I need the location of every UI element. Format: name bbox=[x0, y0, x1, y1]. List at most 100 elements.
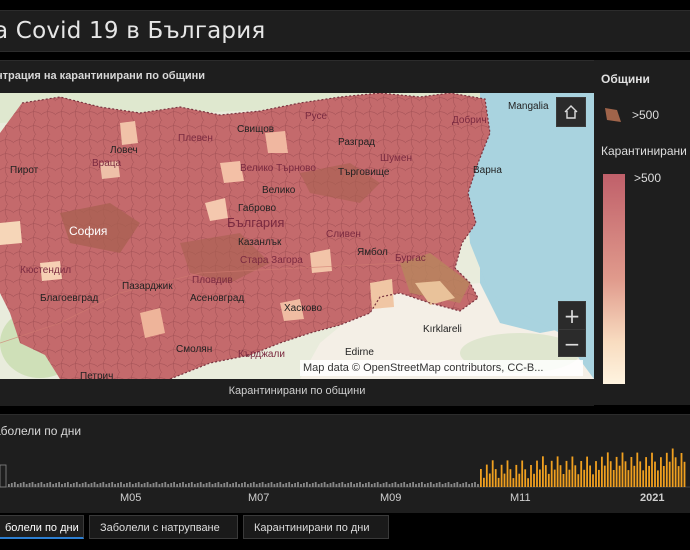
chart-bar bbox=[279, 482, 282, 487]
chart-bar bbox=[46, 483, 49, 487]
chart-bar bbox=[264, 484, 267, 487]
chart-bar bbox=[270, 482, 273, 487]
chart-bar bbox=[211, 484, 214, 487]
chart-bar bbox=[539, 469, 541, 487]
label-petrich: Петрич bbox=[80, 371, 114, 379]
chart-bar bbox=[500, 464, 503, 487]
label-pazardzhik: Пазарджик bbox=[122, 281, 173, 292]
label-svishtov: Свищов bbox=[237, 124, 275, 135]
chart-bar bbox=[462, 483, 465, 487]
chart-bar bbox=[630, 457, 633, 487]
chart-title: аболели по дни bbox=[0, 424, 82, 438]
chart-bar bbox=[397, 484, 400, 487]
chart-bar bbox=[603, 465, 606, 487]
chart-bar bbox=[583, 469, 586, 487]
chart-bar bbox=[320, 483, 323, 487]
chart-bar bbox=[10, 483, 13, 487]
label-haskovo: Хасково bbox=[284, 303, 323, 314]
chart-bar bbox=[123, 484, 125, 487]
chart-bar bbox=[642, 470, 645, 487]
dashboard-header: a Covid 19 в България bbox=[0, 10, 690, 52]
chart-bar bbox=[453, 483, 456, 487]
chart-bar bbox=[506, 460, 509, 487]
chart-bar bbox=[406, 484, 409, 487]
label-gabrovo: Габрово bbox=[238, 203, 277, 214]
chart-bar bbox=[612, 470, 615, 487]
chart-bar bbox=[317, 484, 320, 487]
chart-bar bbox=[353, 484, 355, 487]
chart-bar bbox=[182, 482, 184, 487]
label-yambol: Ямбол bbox=[357, 247, 388, 258]
chart-bar bbox=[235, 482, 237, 487]
chart-bar bbox=[680, 453, 683, 487]
chart-bar bbox=[618, 465, 621, 487]
chart-bar bbox=[362, 484, 364, 487]
chart-bar bbox=[229, 484, 232, 487]
chart-bar bbox=[214, 483, 217, 487]
chart-bar bbox=[170, 483, 173, 487]
label-vtarnovo: Велико Търново bbox=[240, 163, 316, 174]
chart-bar bbox=[323, 482, 326, 487]
chart-bar bbox=[388, 484, 391, 487]
chart-bar bbox=[503, 473, 506, 487]
legend-swatch bbox=[605, 108, 621, 122]
zoom-out-button[interactable]: − bbox=[559, 330, 585, 357]
chart-bar bbox=[202, 484, 205, 487]
chart-bar bbox=[633, 465, 636, 487]
map-attribution[interactable]: Map data © OpenStreetMap contributors, C… bbox=[300, 360, 583, 376]
chart-bar bbox=[81, 483, 84, 487]
chart-bar bbox=[70, 484, 72, 487]
label-edirne: Edirne bbox=[345, 347, 374, 358]
chart-bar bbox=[288, 482, 291, 487]
chart-bar bbox=[16, 484, 19, 487]
chart-bar bbox=[621, 452, 624, 487]
chart-bar bbox=[226, 482, 229, 487]
zoom-in-button[interactable]: + bbox=[559, 302, 585, 329]
chart-bar bbox=[547, 473, 550, 487]
chart-bar bbox=[96, 484, 99, 487]
chart-bar bbox=[282, 484, 285, 487]
chart-bar bbox=[217, 482, 220, 487]
home-button[interactable] bbox=[556, 97, 586, 127]
chart-bar bbox=[93, 482, 96, 487]
label-varna: Варна bbox=[473, 165, 502, 176]
chart-bar bbox=[571, 456, 574, 487]
chart-bar bbox=[370, 484, 373, 487]
chart-bar bbox=[55, 483, 57, 487]
chart-bar bbox=[556, 456, 559, 487]
chart-bar bbox=[179, 483, 181, 487]
chart-bar bbox=[261, 482, 264, 487]
chart-bar bbox=[155, 482, 158, 487]
chart-bar bbox=[314, 482, 317, 487]
chart-bar bbox=[126, 483, 128, 487]
chart-range-handle[interactable] bbox=[0, 464, 7, 488]
chart-bar bbox=[379, 484, 382, 487]
chart-bar bbox=[22, 482, 25, 487]
chart-bar bbox=[527, 478, 529, 487]
chart-bar bbox=[276, 483, 279, 487]
chart-bar bbox=[429, 482, 432, 487]
chart-bar bbox=[524, 469, 527, 487]
tab-quarantined-daily[interactable]: Карантинирани по дни bbox=[243, 515, 389, 539]
chart-bar bbox=[332, 482, 335, 487]
chart-bar bbox=[435, 483, 438, 487]
chart-bar bbox=[509, 469, 512, 487]
label-kardzhali: Кърджали bbox=[238, 349, 285, 360]
chart-area[interactable] bbox=[0, 445, 690, 491]
tab-cases-cumulative[interactable]: Заболели с натрупване bbox=[89, 515, 238, 539]
chart-bar bbox=[418, 483, 420, 487]
chart-bar bbox=[13, 482, 16, 487]
tab-cases-daily[interactable]: болели по дни bbox=[0, 515, 84, 539]
chart-bar bbox=[645, 457, 647, 487]
chart-bar bbox=[111, 482, 114, 487]
chart-bar bbox=[344, 484, 347, 487]
map-view[interactable]: България София Свищов Велико Търново Тър… bbox=[0, 93, 594, 379]
chart-bar bbox=[441, 484, 444, 487]
chart-bar bbox=[37, 483, 40, 487]
chart-bar bbox=[494, 469, 497, 487]
chart-bar bbox=[365, 483, 367, 487]
chart-bar bbox=[40, 482, 43, 487]
label-smolyan: Смолян bbox=[176, 344, 213, 355]
chart-bar bbox=[308, 484, 311, 487]
chart-bar bbox=[341, 482, 344, 487]
